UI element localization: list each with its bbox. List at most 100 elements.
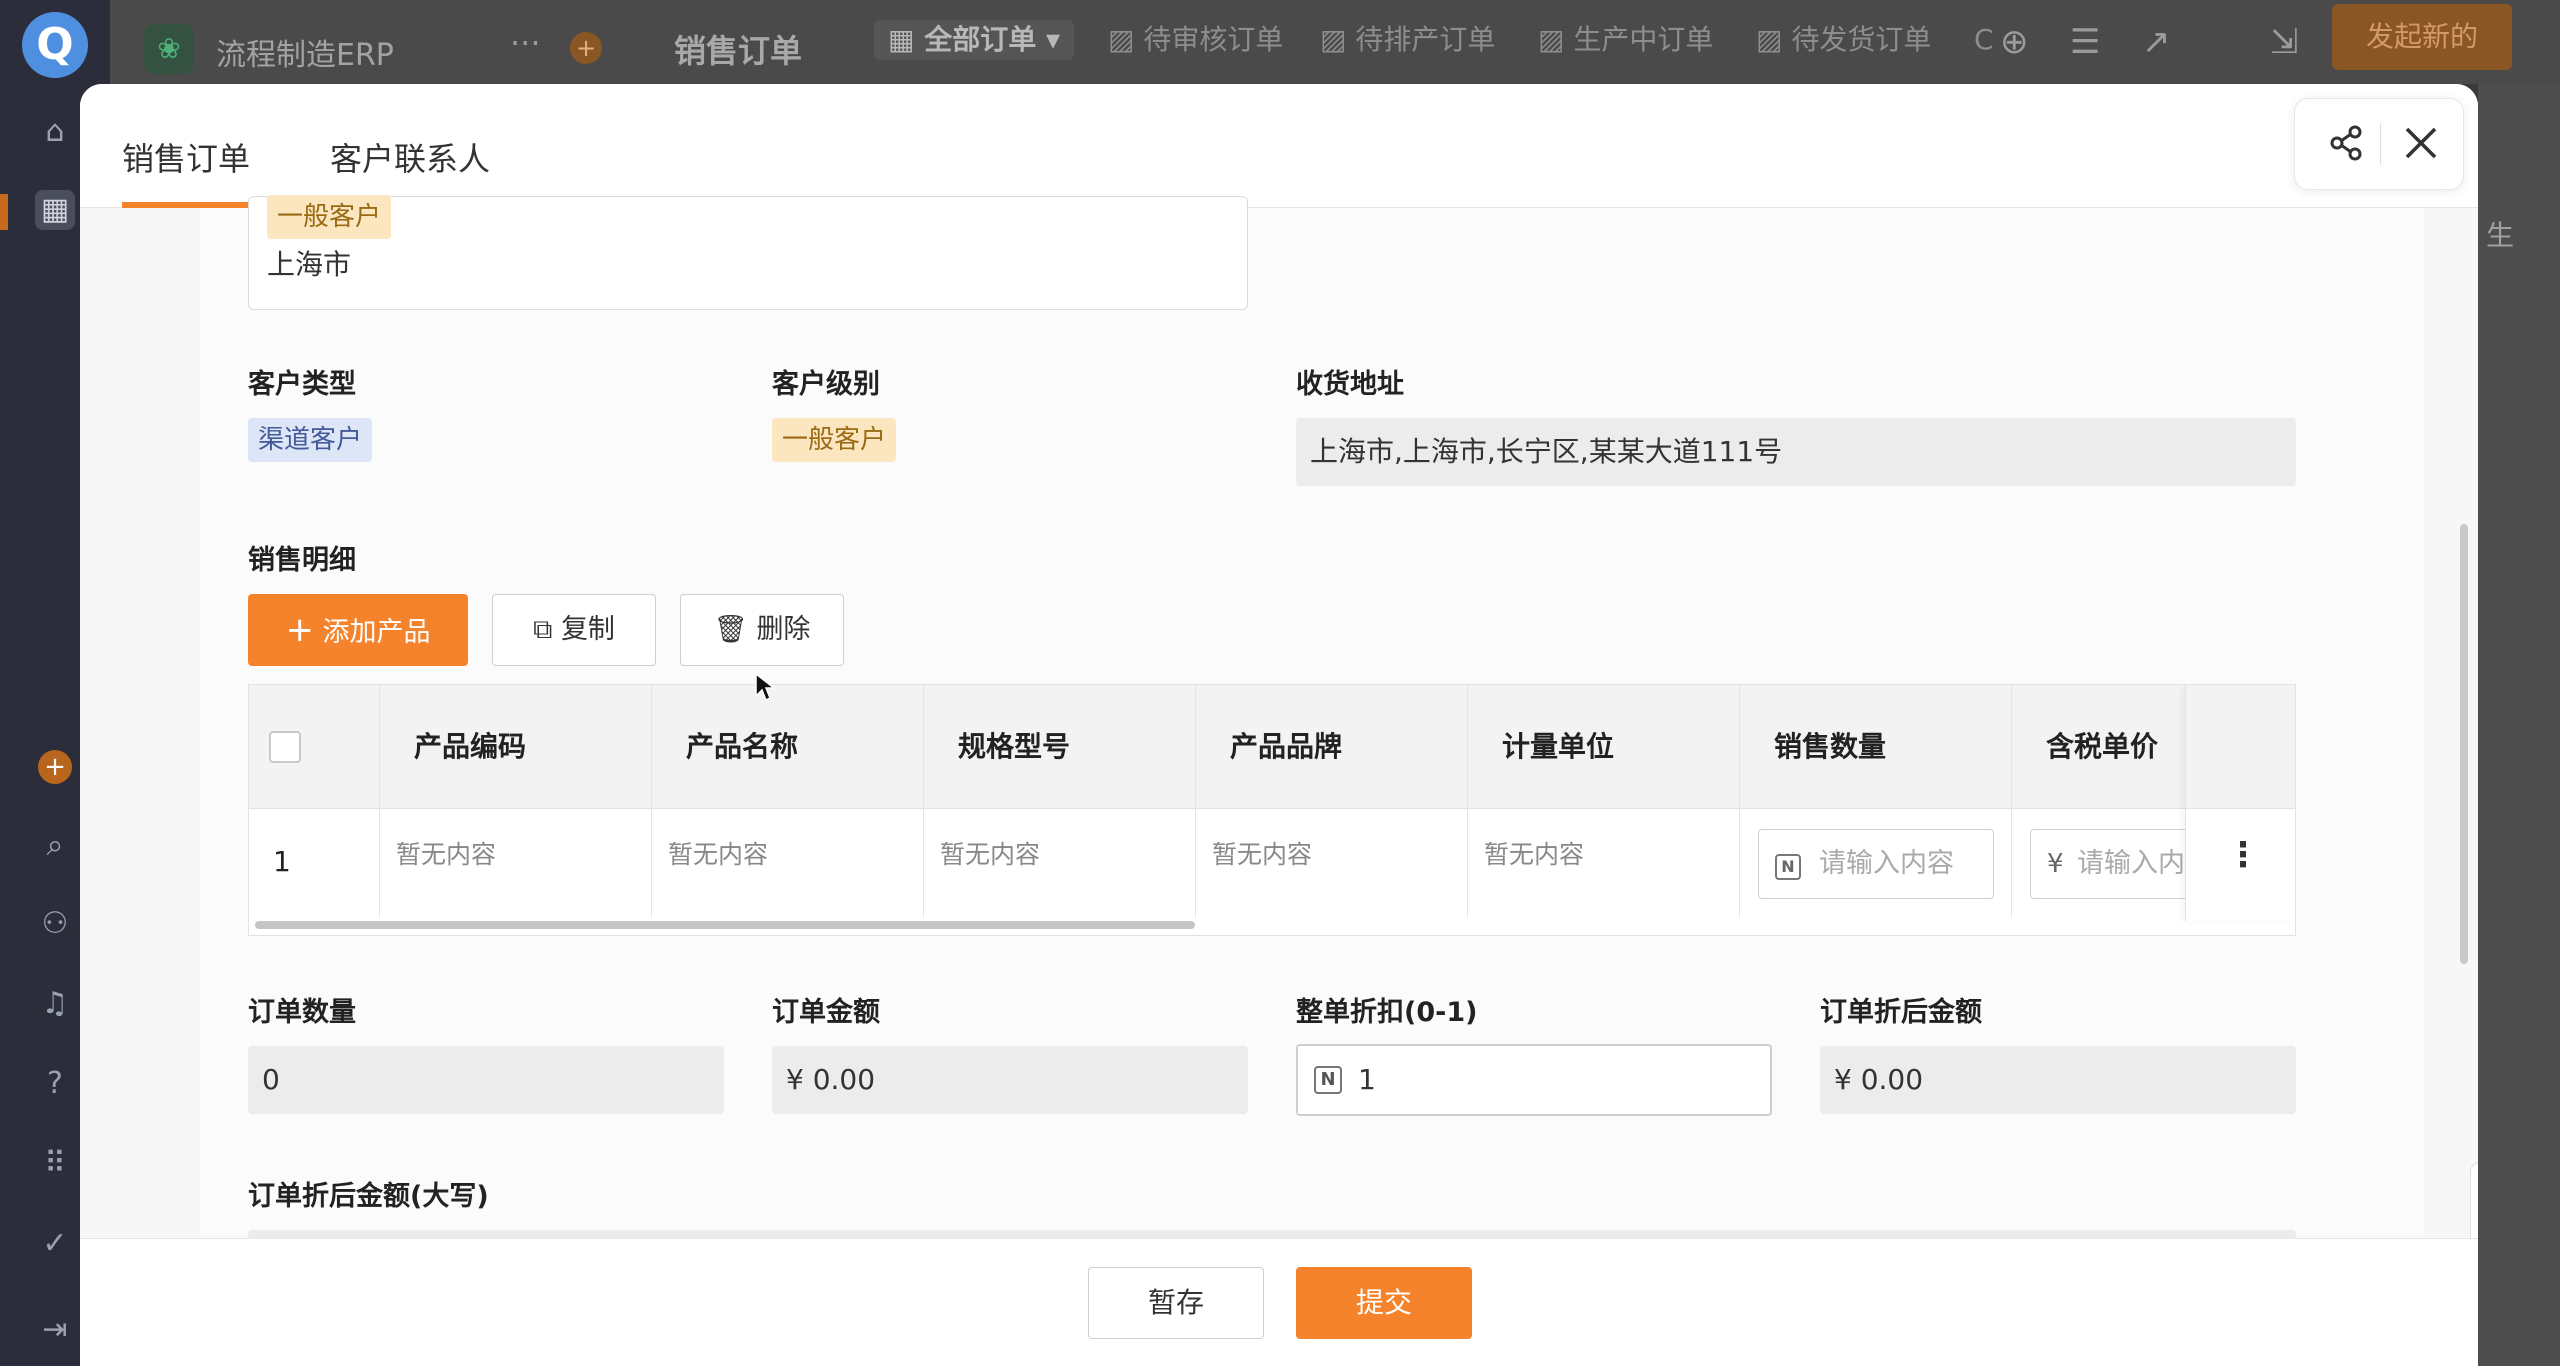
tab-sales-order[interactable]: 销售订单 (122, 134, 251, 208)
tab-pending-shipment[interactable]: ▨ 待发货订单 (1756, 20, 1931, 60)
column-header[interactable]: 规格型号 (923, 685, 1195, 809)
background-panel: 生 (2478, 84, 2560, 1366)
chart-icon[interactable]: ↗ (2142, 22, 2171, 62)
discounted-amount-label: 订单折后金额 (1820, 997, 1982, 1028)
order-qty-value: 0 (248, 1046, 724, 1114)
customer-level-value: 一般客户 (772, 418, 897, 462)
horizontal-scrollbar[interactable] (255, 921, 1195, 929)
add-icon[interactable]: + (38, 750, 72, 784)
customer-type-label: 客户类型 (248, 369, 356, 400)
quantity-cell: N 请输入内容 (1739, 809, 2011, 917)
number-icon: N (1314, 1066, 1342, 1094)
app-icon: ❀ (144, 24, 194, 74)
tab-label: 全部订单 (924, 23, 1037, 56)
tab-label: 待排产订单 (1355, 23, 1496, 56)
add-product-button[interactable]: + 添加产品 (248, 594, 468, 666)
button-label: 删除 (756, 614, 811, 645)
select-all-checkbox[interactable] (269, 731, 301, 763)
bell-icon[interactable]: ♫ (35, 984, 75, 1024)
share-icon[interactable] (2325, 121, 2369, 165)
sales-detail-label: 销售明细 (248, 545, 356, 576)
close-icon[interactable] (2399, 121, 2443, 165)
divider (2380, 123, 2381, 165)
button-label: 添加产品 (322, 617, 431, 648)
column-header[interactable]: 销售数量 (1739, 685, 2011, 809)
customer-info-box: 一般客户 上海市 (248, 195, 1248, 310)
tab-label: 生产中订单 (1573, 23, 1714, 56)
list-icon[interactable]: ☰ (2070, 22, 2100, 62)
help-icon[interactable]: ? (35, 1064, 75, 1104)
discount-label: 整单折扣(0-1) (1296, 997, 1478, 1028)
unit-cell: 暂无内容 (1467, 809, 1739, 917)
customer-type-tag: 渠道客户 (248, 418, 373, 462)
order-amount-label: 订单金额 (772, 997, 880, 1028)
tab-all-orders[interactable]: ▦ 全部订单 ▾ (874, 20, 1075, 60)
discounted-amount-value: ¥ 0.00 (1820, 1046, 2296, 1114)
apps-icon[interactable]: ▦ (35, 190, 75, 230)
input-placeholder: 请输入内容 (1819, 848, 1954, 879)
tab-pending-review[interactable]: ▨ 待审核订单 (1108, 20, 1283, 60)
trash-icon: 🗑 (713, 614, 748, 645)
submit-button[interactable]: 提交 (1296, 1267, 1472, 1339)
brand-cell: 暂无内容 (1195, 809, 1467, 917)
app-name[interactable]: 流程制造ERP (216, 30, 394, 74)
tab-pending-schedule[interactable]: ▨ 待排产订单 (1320, 20, 1495, 60)
discounted-amount-upper-label: 订单折后金额(大写) (248, 1181, 489, 1212)
number-icon: N (1775, 830, 1801, 898)
active-indicator (0, 194, 8, 230)
customer-level-tag: 一般客户 (267, 195, 392, 239)
row-index: 1 (273, 845, 291, 878)
column-header[interactable]: 计量单位 (1467, 685, 1739, 809)
home-icon[interactable]: ⌂ (35, 112, 75, 152)
more-vertical-icon[interactable]: ⋮ (2226, 835, 2260, 875)
shipping-address-value: 上海市,上海市,长宁区,某某大道111号 (1296, 418, 2296, 486)
mouse-cursor-icon (755, 672, 776, 702)
customer-city: 上海市 (267, 248, 352, 281)
row-actions-column: ⋮ (2185, 685, 2295, 921)
header-tools (2294, 98, 2464, 190)
menu-title[interactable]: 销售订单 (674, 26, 802, 72)
tab-label: 待审核订单 (1143, 23, 1284, 56)
plus-icon: + (285, 610, 314, 650)
copy-icon: ⧉ (533, 614, 553, 645)
check-icon[interactable]: ✓ (35, 1224, 75, 1264)
column-header[interactable]: 产品名称 (651, 685, 923, 809)
currency-icon: ¥ (2047, 849, 2064, 879)
top-bar: ❀ 流程制造ERP ··· + 销售订单 ▦ 全部订单 ▾ ▨ 待审核订单 ▨ … (110, 0, 2560, 84)
input-value: 1 (1358, 1063, 1376, 1096)
users-icon[interactable]: ⚇ (35, 904, 75, 944)
spec-cell: 暂无内容 (923, 809, 1195, 917)
export-icon[interactable]: ⇲ (2270, 22, 2299, 62)
order-qty-label: 订单数量 (248, 997, 356, 1028)
shipping-address-label: 收货地址 (1296, 369, 1404, 400)
background-text: 生 (2486, 219, 2515, 252)
product-name-cell: 暂无内容 (651, 809, 923, 917)
tab-in-production[interactable]: ▨ 生产中订单 (1538, 20, 1713, 60)
add-view-icon[interactable]: ⊕ (2000, 22, 2029, 62)
product-code-cell: 暂无内容 (379, 809, 651, 917)
grid-icon[interactable]: ⠿ (35, 1144, 75, 1184)
collapse-icon[interactable]: ⇥ (35, 1310, 75, 1350)
logo: Q (22, 12, 88, 78)
tab-label: 待发货订单 (1791, 23, 1932, 56)
quantity-input[interactable]: N 请输入内容 (1758, 829, 1994, 899)
column-header[interactable]: 产品编码 (379, 685, 651, 809)
delete-button[interactable]: 🗑 删除 (680, 594, 844, 666)
customer-level-label: 客户级别 (772, 369, 880, 400)
modal-header: 销售订单 客户联系人 (80, 84, 2478, 208)
launch-button[interactable]: 发起新的 (2332, 4, 2512, 70)
discount-input[interactable]: N 1 (1296, 1044, 1772, 1116)
save-draft-button[interactable]: 暂存 (1088, 1267, 1264, 1339)
actions-header (2186, 685, 2295, 809)
modal-footer: 暂存 提交 (80, 1238, 2478, 1366)
table-header: 产品编码 产品名称 规格型号 产品品牌 计量单位 销售数量 含税单价 (249, 685, 2295, 809)
add-icon[interactable]: + (570, 32, 602, 64)
more-icon[interactable]: ··· (510, 24, 541, 62)
tab-overflow[interactable]: C (1974, 20, 1994, 60)
button-label: 复制 (560, 614, 615, 645)
column-header[interactable]: 产品品牌 (1195, 685, 1467, 809)
vertical-scrollbar[interactable] (2460, 524, 2468, 964)
order-modal: 销售订单 客户联系人 一般客户 上海市 客户类型 渠道客户 客户级别 一般客户 … (80, 84, 2478, 1366)
search-icon[interactable]: ⌕ (35, 826, 75, 866)
copy-button[interactable]: ⧉ 复制 (492, 594, 656, 666)
